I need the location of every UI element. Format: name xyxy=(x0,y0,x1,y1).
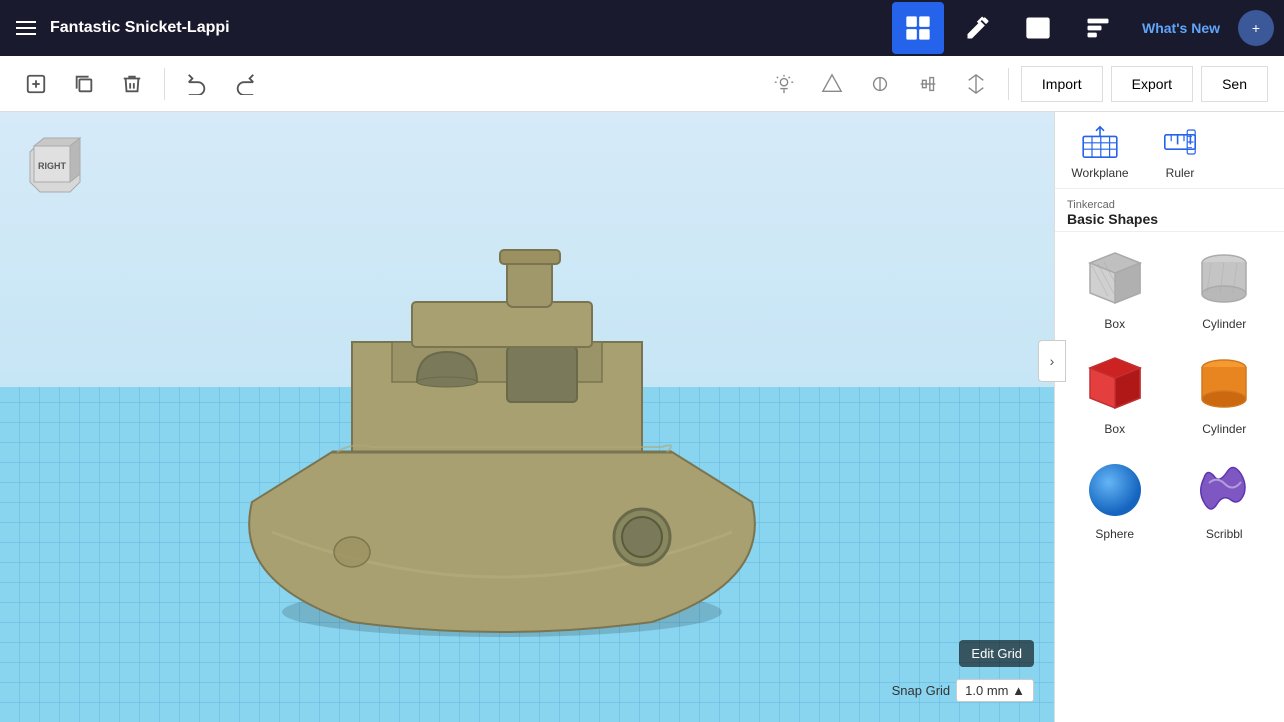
ruler-tab[interactable]: Ruler xyxy=(1145,122,1215,188)
duplicate-button[interactable] xyxy=(64,64,104,104)
separator-2 xyxy=(1008,68,1009,100)
boat-container xyxy=(50,162,954,682)
edit-grid-button[interactable]: Edit Grid xyxy=(959,640,1034,667)
boat-svg xyxy=(152,182,852,662)
send-button[interactable]: Sen xyxy=(1201,66,1268,102)
shape-cylinder-orange[interactable]: Cylinder xyxy=(1175,347,1275,442)
shapes-grid: Box Cylinder xyxy=(1055,232,1284,722)
app-title: Fantastic Snicket-Lappi xyxy=(50,19,884,37)
code-blocks-button[interactable] xyxy=(1072,2,1124,54)
undo-button[interactable] xyxy=(177,64,217,104)
snap-grid-label: Snap Grid xyxy=(892,683,951,698)
shape-cylinder-gray[interactable]: Cylinder xyxy=(1175,242,1275,337)
panel-category: Basic Shapes xyxy=(1067,211,1272,227)
mirror-button[interactable] xyxy=(860,64,900,104)
panel-top-tabs: Workplane Ruler xyxy=(1055,112,1284,189)
align2-button[interactable] xyxy=(908,64,948,104)
build-mode-button[interactable] xyxy=(952,2,1004,54)
panel-toggle-button[interactable]: › xyxy=(1038,340,1066,382)
redo-button[interactable] xyxy=(225,64,265,104)
gallery-button[interactable] xyxy=(1012,2,1064,54)
shape-scribble[interactable]: Scribbl xyxy=(1175,452,1275,547)
export-button[interactable]: Export xyxy=(1111,66,1193,102)
panel-source: Tinkercad xyxy=(1067,199,1272,211)
shape-box-gray[interactable]: Box xyxy=(1065,242,1165,337)
separator-1 xyxy=(164,68,165,100)
shape-sphere-blue[interactable]: Sphere xyxy=(1065,452,1165,547)
shape-sphere-blue-label: Sphere xyxy=(1095,527,1134,541)
snap-grid-bar: Snap Grid 1.0 mm ▲ xyxy=(892,679,1034,702)
top-navigation: Fantastic Snicket-Lappi What's New + xyxy=(0,0,1284,56)
import-button[interactable]: Import xyxy=(1021,66,1103,102)
user-avatar[interactable]: + xyxy=(1238,10,1274,46)
align-button[interactable] xyxy=(812,64,852,104)
shape-box-red[interactable]: Box xyxy=(1065,347,1165,442)
ruler-tab-label: Ruler xyxy=(1166,166,1195,180)
panel-header: Tinkercad Basic Shapes xyxy=(1055,189,1284,232)
grid-view-button[interactable] xyxy=(892,2,944,54)
viewport[interactable]: RIGHT xyxy=(0,112,1054,722)
menu-icon[interactable] xyxy=(10,12,42,44)
shape-cylinder-orange-label: Cylinder xyxy=(1202,422,1246,436)
snap-grid-value[interactable]: 1.0 mm ▲ xyxy=(956,679,1034,702)
workplane-tab-label: Workplane xyxy=(1071,166,1128,180)
visibility-button[interactable] xyxy=(764,64,804,104)
new-design-button[interactable] xyxy=(16,64,56,104)
flip-button[interactable] xyxy=(956,64,996,104)
shape-cylinder-gray-label: Cylinder xyxy=(1202,317,1246,331)
right-panel: Workplane Ruler xyxy=(1054,112,1284,722)
whats-new-button[interactable]: What's New xyxy=(1132,14,1230,42)
shape-scribble-label: Scribbl xyxy=(1206,527,1243,541)
workplane-tab[interactable]: Workplane xyxy=(1065,122,1135,188)
shape-box-red-label: Box xyxy=(1104,422,1125,436)
delete-button[interactable] xyxy=(112,64,152,104)
toolbar: Import Export Sen xyxy=(0,56,1284,112)
main-area: RIGHT xyxy=(0,112,1284,722)
shape-box-gray-label: Box xyxy=(1104,317,1125,331)
